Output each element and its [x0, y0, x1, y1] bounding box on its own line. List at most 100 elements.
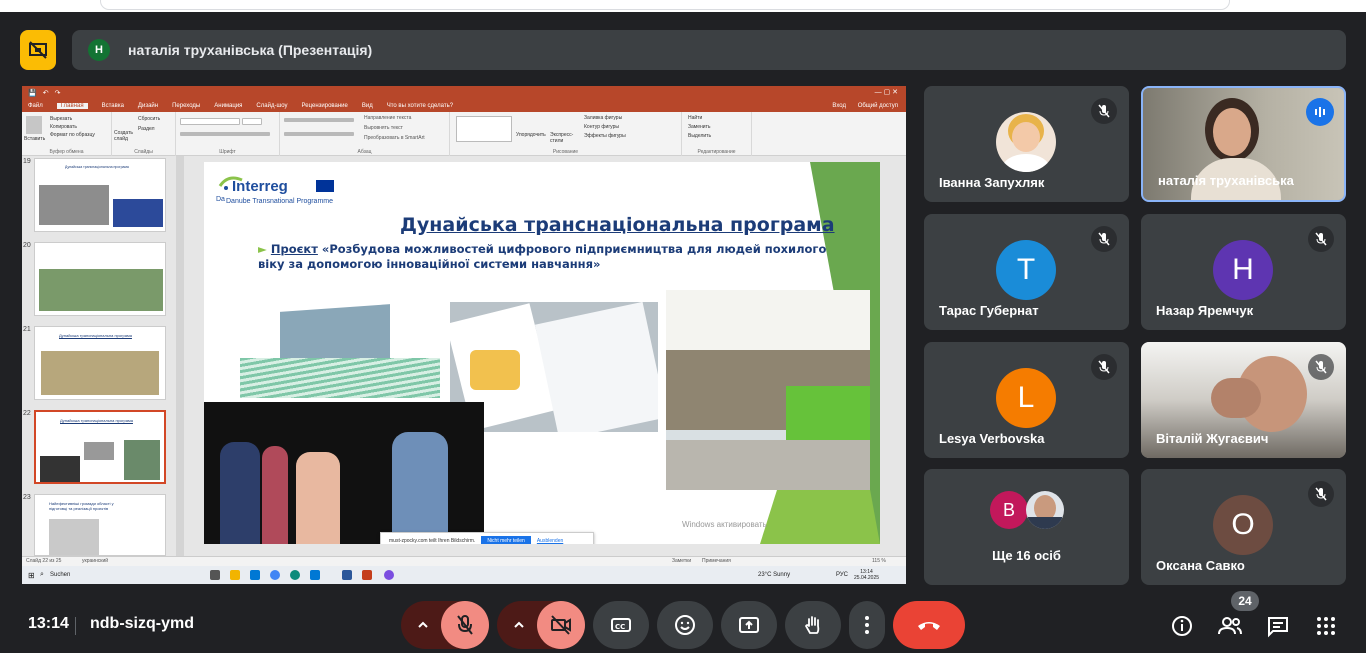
- taskbar-search[interactable]: Suchen: [50, 572, 70, 578]
- quick-styles-button[interactable]: Экспресс-стили: [550, 132, 576, 144]
- share-link[interactable]: Общий доступ: [858, 103, 898, 109]
- tab-file[interactable]: Файл: [28, 103, 43, 109]
- tab-view[interactable]: Вид: [362, 103, 373, 109]
- leave-call-button[interactable]: [893, 601, 965, 649]
- weather-widget[interactable]: 23°C Sunny: [758, 572, 790, 578]
- meeting-details-button[interactable]: [1168, 612, 1196, 640]
- paste-button[interactable]: Вставить: [24, 136, 45, 142]
- tab-home[interactable]: Главная: [56, 103, 88, 109]
- more-options-button[interactable]: [849, 601, 885, 649]
- list-buttons[interactable]: [284, 118, 354, 122]
- participant-tile-active-speaker[interactable]: наталія труханівська: [1141, 86, 1346, 202]
- create-slide-button[interactable]: Создать слайд: [114, 130, 134, 142]
- windows-start-icon[interactable]: ⊞: [28, 571, 35, 580]
- microphone-toggle-button[interactable]: [441, 601, 489, 649]
- participant-tile[interactable]: О Оксана Савко: [1141, 469, 1346, 585]
- bullet-arrow-icon: ►: [258, 242, 267, 256]
- powerpoint-icon[interactable]: [362, 570, 372, 580]
- hide-link[interactable]: Ausblenden: [537, 538, 563, 544]
- participant-tile[interactable]: Н Назар Яремчук: [1141, 214, 1346, 330]
- slide-thumbnail-21[interactable]: Дунайська транснаціональна програма: [34, 326, 166, 400]
- people-button[interactable]: [1216, 612, 1244, 640]
- camera-toggle-button[interactable]: [537, 601, 585, 649]
- group-label: Абзац: [357, 149, 372, 155]
- shape-outline-button[interactable]: Контур фигуры: [584, 124, 619, 130]
- captions-button[interactable]: CC: [593, 601, 649, 649]
- taskview-icon[interactable]: [210, 570, 220, 580]
- presentation-indicator-button[interactable]: [20, 30, 56, 70]
- photo-shape: [1002, 154, 1050, 172]
- divider: [75, 617, 76, 635]
- tab-insert[interactable]: Вставка: [102, 103, 124, 109]
- taskbar-clock[interactable]: 13:14 25.04.2025: [854, 569, 879, 581]
- slide-photo-screen[interactable]: [240, 302, 440, 398]
- slide-thumbnail-22[interactable]: Дунайська транснаціональна програма: [34, 410, 166, 484]
- audio-options-button[interactable]: [401, 601, 445, 649]
- slide-photo-people[interactable]: [204, 402, 484, 544]
- notes-button[interactable]: Заметки: [672, 558, 691, 564]
- zoom-level[interactable]: 115 %: [872, 558, 886, 564]
- participant-tile[interactable]: Віталій Жугаєвич: [1141, 342, 1346, 458]
- edge-icon[interactable]: [290, 570, 300, 580]
- tab-design[interactable]: Дизайн: [138, 103, 158, 109]
- thumbnails-scrollbar[interactable]: [176, 156, 184, 556]
- word-icon[interactable]: [342, 570, 352, 580]
- activities-button[interactable]: [1312, 612, 1340, 640]
- replace-button[interactable]: Заменить: [688, 124, 710, 130]
- tab-animations[interactable]: Анимация: [214, 103, 242, 109]
- explorer-icon[interactable]: [230, 570, 240, 580]
- font-size-box[interactable]: [242, 118, 262, 125]
- present-now-button[interactable]: [721, 601, 777, 649]
- login-link[interactable]: Вход: [832, 103, 846, 109]
- participant-tile[interactable]: L Lesya Verbovska: [924, 342, 1129, 458]
- slide-thumbnail-20[interactable]: [34, 242, 166, 316]
- align-text-button[interactable]: Выровнять текст: [364, 125, 403, 131]
- raise-hand-button[interactable]: [785, 601, 841, 649]
- meeting-code: ndb-sizq-ymd: [90, 615, 194, 632]
- find-button[interactable]: Найти: [688, 115, 702, 121]
- font-format-buttons[interactable]: [180, 132, 270, 136]
- outlook-icon[interactable]: [310, 570, 320, 580]
- align-buttons[interactable]: [284, 132, 354, 136]
- comments-button[interactable]: Примечания: [702, 558, 731, 564]
- font-name-box[interactable]: [180, 118, 240, 125]
- slide-photo-audience[interactable]: [666, 290, 870, 490]
- tell-me-box[interactable]: Что вы хотите сделать?: [387, 103, 453, 109]
- slide-bullet[interactable]: ► Проєкт «Розбудова можливостей цифрового…: [258, 242, 828, 272]
- shape-fill-button[interactable]: Заливка фигуры: [584, 115, 622, 121]
- section-button[interactable]: Раздел: [138, 126, 155, 132]
- photo-shape: [1012, 122, 1040, 152]
- address-bar[interactable]: [100, 0, 1230, 10]
- arrange-button[interactable]: Упорядочить: [516, 132, 546, 138]
- stop-sharing-button[interactable]: Nicht mehr teilen: [481, 536, 531, 544]
- more-participants-tile[interactable]: В Ще 16 осіб: [924, 469, 1129, 585]
- chat-button[interactable]: [1264, 612, 1292, 640]
- audio-level-icon: [1315, 107, 1325, 117]
- smartart-button[interactable]: Преобразовать в SmartArt: [364, 135, 425, 141]
- slide-title[interactable]: Дунайська транснаціональна програма: [400, 214, 835, 236]
- presenter-pill: Н наталія труханівська (Презентація): [72, 30, 1346, 70]
- tab-transitions[interactable]: Переходы: [172, 103, 200, 109]
- photo-shape: [392, 432, 448, 544]
- tab-slideshow[interactable]: Слайд-шоу: [256, 103, 287, 109]
- text-direction-button[interactable]: Направление текста: [364, 115, 411, 121]
- keyboard-language[interactable]: РУС: [836, 572, 848, 578]
- viber-icon[interactable]: [384, 570, 394, 580]
- chrome-icon[interactable]: [270, 570, 280, 580]
- slide-thumbnail-19[interactable]: Дунайська транснаціональна програма: [34, 158, 166, 232]
- logo-subtitle: Danube Transnational Programme: [226, 198, 334, 205]
- tab-review[interactable]: Рецензирование: [302, 103, 348, 109]
- reset-button[interactable]: Сбросить: [138, 116, 160, 122]
- participant-tile[interactable]: Т Тарас Губернат: [924, 214, 1129, 330]
- shape-effects-button[interactable]: Эффекты фигуры: [584, 133, 626, 139]
- shapes-gallery[interactable]: [456, 116, 512, 142]
- copy-button[interactable]: Копировать: [50, 124, 77, 130]
- reactions-button[interactable]: [657, 601, 713, 649]
- participant-tile[interactable]: Іванна Запухляк: [924, 86, 1129, 202]
- slide-thumbnail-23[interactable]: Найефективніші громади області у підгото…: [34, 494, 166, 556]
- video-options-button[interactable]: [497, 601, 541, 649]
- store-icon[interactable]: [250, 570, 260, 580]
- select-button[interactable]: Выделить: [688, 133, 711, 139]
- format-painter-button[interactable]: Формат по образцу: [50, 132, 95, 138]
- cut-button[interactable]: Вырезать: [50, 116, 72, 122]
